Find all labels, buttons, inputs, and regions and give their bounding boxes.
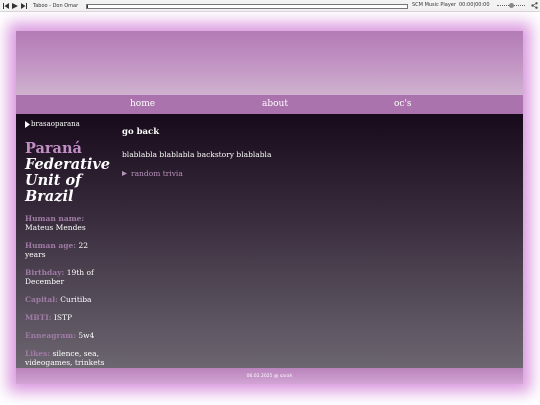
page-frame: home about oc's brasaoparana Paraná Fede… — [16, 31, 523, 384]
field-value: ISTP — [53, 313, 73, 322]
play-icon — [11, 2, 18, 9]
sidebar: brasaoparana Paraná Federative Unit of B… — [25, 120, 110, 367]
trivia-label: random trivia — [131, 169, 183, 178]
region-title: Federative Unit of Brazil — [25, 156, 110, 205]
track-title: Taboo - Don Omar — [33, 2, 79, 9]
nav-item-home[interactable]: home — [130, 99, 155, 109]
volume-knob[interactable] — [508, 3, 514, 8]
nav-item-about[interactable]: about — [262, 99, 288, 109]
disclosure-triangle-icon — [122, 171, 127, 176]
track-progress-fill — [87, 5, 88, 8]
field-value: Mateus Mendes — [25, 223, 86, 232]
region-name: Paraná — [25, 140, 82, 157]
field-human-name: Human name: Mateus Mendes — [25, 214, 109, 232]
field-likes: Likes: silence, sea, videogames, trinket… — [25, 349, 109, 367]
field-label: Capital: — [25, 295, 58, 304]
nav-bar: home about oc's — [16, 95, 523, 114]
field-label: Human age: — [25, 241, 77, 250]
character-name: Paraná Federative Unit of Brazil — [25, 140, 110, 205]
field-label: Likes: — [25, 349, 51, 358]
header-banner — [16, 31, 523, 95]
track-progress-bar[interactable] — [86, 4, 408, 9]
main-content: go back blablabla blablabla backstory bl… — [122, 127, 502, 178]
share-icon[interactable] — [531, 2, 538, 9]
go-back-link[interactable]: go back — [122, 127, 502, 137]
next-icon — [20, 2, 27, 9]
field-human-age: Human age: 22 years — [25, 241, 109, 259]
track-time: 00:00|00:00 — [459, 2, 490, 8]
coat-of-arms-image: brasaoparana — [25, 120, 109, 128]
next-track-button[interactable] — [20, 2, 27, 9]
image-alt-text: brasaoparana — [31, 120, 80, 128]
broken-image-icon — [25, 120, 30, 128]
footer-text: 06.02.2025 @ sarah — [246, 373, 293, 379]
footer: 06.02.2025 @ sarah — [16, 368, 523, 384]
random-trivia-toggle[interactable]: random trivia — [122, 169, 502, 178]
field-label: Human name: — [25, 214, 85, 223]
field-value: Curitiba — [60, 295, 92, 304]
field-birthday: Birthday: 19th of December — [25, 268, 109, 286]
volume-slider[interactable] — [497, 3, 525, 8]
field-capital: Capital: Curitiba — [25, 295, 109, 304]
music-player-bar: Taboo - Don Omar SCM Music Player 00:00|… — [0, 0, 540, 12]
field-value: 5w4 — [78, 331, 95, 340]
field-label: MBTI: — [25, 313, 52, 322]
field-enneagram: Enneagram: 5w4 — [25, 331, 109, 340]
nav-item-ocs[interactable]: oc's — [394, 99, 412, 109]
player-name: SCM Music Player — [412, 2, 456, 8]
previous-icon — [2, 2, 9, 9]
field-label: Enneagram: — [25, 331, 77, 340]
field-label: Birthday: — [25, 268, 65, 277]
field-mbti: MBTI: ISTP — [25, 313, 109, 322]
previous-track-button[interactable] — [2, 2, 9, 9]
content-area: brasaoparana Paraná Federative Unit of B… — [16, 114, 523, 368]
play-button[interactable] — [11, 2, 18, 9]
backstory-text: blablabla blablabla backstory blablabla — [122, 150, 272, 159]
